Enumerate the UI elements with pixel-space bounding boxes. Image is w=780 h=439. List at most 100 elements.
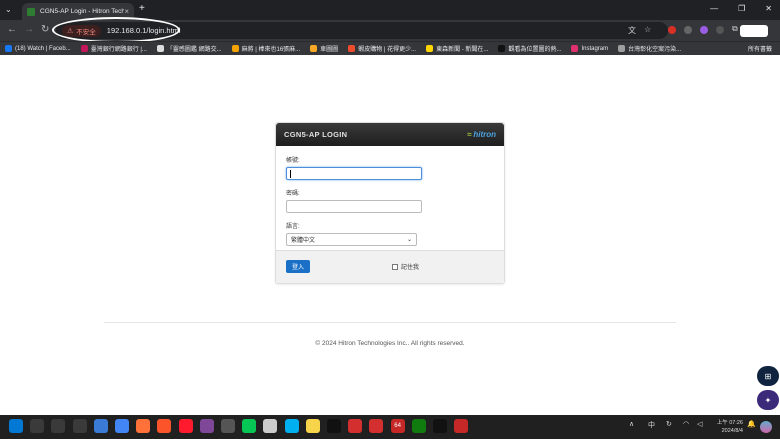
site-favicon-icon	[27, 7, 35, 16]
language-selected-value: 繁體中文	[291, 238, 316, 244]
extension-red-icon[interactable]	[668, 26, 676, 34]
extensions-puzzle-icon[interactable]: ⧉	[732, 24, 738, 34]
photos-icon[interactable]	[93, 419, 108, 433]
bookmark-label: 臺灣銀行網路銀行 |...	[90, 47, 147, 53]
extension-gray-icon[interactable]	[684, 26, 692, 34]
reload-icon[interactable]: ↻	[41, 24, 49, 35]
page-content: CGN5-AP LOGIN ≈ hitron 帳號: 密碼: 語言: 繁體中文 ⌄…	[0, 56, 780, 415]
capcut-icon[interactable]	[433, 419, 447, 433]
bookmark-label: 「靈感圖鑑 網路交...	[166, 47, 222, 53]
flag-icon[interactable]	[348, 419, 363, 433]
chrome-icon[interactable]	[115, 419, 129, 433]
bookmarks-bar: (18) Watch | Faceb... 臺灣銀行網路銀行 |... 「靈感圖鑑 …	[0, 41, 780, 55]
bookmark-label: Instagram	[581, 45, 609, 52]
language-select[interactable]: 繁體中文 ⌄	[286, 233, 417, 246]
bookmark-favicon-icon	[80, 45, 88, 52]
windows-taskbar: ∧ 中 ↻ ◠ ◁ 上午 07:26 2024/8/4 🔔 64	[0, 415, 780, 439]
bookmark-item[interactable]: 麻將 | 棒來也16張麻...	[231, 44, 301, 53]
login-button[interactable]: 登入	[286, 260, 310, 273]
extension-purple-icon[interactable]	[700, 26, 708, 34]
floating-assistant-button[interactable]: ✦	[757, 390, 779, 410]
firefox-icon[interactable]	[136, 419, 151, 433]
ime-indicator[interactable]: 中	[648, 420, 655, 430]
chevron-down-icon[interactable]: ⌄	[5, 5, 12, 14]
forward-arrow-icon[interactable]: →	[24, 24, 34, 35]
opera-icon[interactable]	[178, 419, 193, 433]
bookmark-favicon-icon	[231, 45, 239, 52]
copilot-icon[interactable]	[760, 421, 772, 433]
language-label: 語言:	[286, 224, 300, 230]
profile-avatar[interactable]	[740, 25, 768, 37]
new-tab-button[interactable]: +	[139, 3, 145, 14]
bookmark-item[interactable]: 臺灣銀行網路銀行 |...	[80, 44, 147, 53]
flash-icon[interactable]	[369, 419, 384, 433]
line-icon[interactable]	[242, 419, 257, 433]
bookmark-label: (18) Watch | Faceb...	[15, 45, 71, 52]
bookmark-star-icon[interactable]: ☆	[644, 25, 651, 36]
hitron-logo: ≈ hitron	[467, 130, 496, 139]
username-label: 帳號:	[286, 158, 300, 164]
extension-dark-icon[interactable]	[716, 26, 724, 34]
text-caret	[290, 170, 291, 178]
login-form: 帳號: 密碼: 語言: 繁體中文 ⌄	[276, 146, 504, 246]
bookmark-item[interactable]: (18) Watch | Faceb...	[5, 45, 71, 52]
bookmark-favicon-icon	[498, 45, 506, 52]
wifi-icon[interactable]: ◠	[683, 420, 689, 428]
calculator-icon[interactable]	[221, 419, 235, 433]
sticky-notes-icon[interactable]	[305, 419, 320, 433]
hitron-logo-text: hitron	[473, 130, 496, 139]
system-clock[interactable]: 上午 07:26 2024/8/4	[711, 419, 743, 435]
tab-title: CGN5-AP Login - Hitron Techn	[40, 8, 125, 15]
amd-icon[interactable]	[454, 419, 469, 433]
bookmark-label: 蝦皮購物 | 花得更少...	[358, 47, 417, 53]
bookmark-item[interactable]: Instagram	[571, 45, 608, 52]
notification-bell-icon[interactable]: 🔔	[747, 420, 756, 428]
password-input[interactable]	[286, 200, 422, 213]
widgets-icon[interactable]	[72, 419, 87, 433]
minimize-button[interactable]: —	[710, 4, 718, 13]
assistant-icon: ✦	[764, 395, 772, 405]
bookmark-label: 觀看為位置圖的熱...	[508, 47, 562, 53]
footer-divider	[104, 322, 676, 323]
bookmark-item[interactable]: 觀看為位置圖的熱...	[498, 44, 561, 53]
remember-me-label: 記住我	[401, 265, 420, 271]
tor-browser-icon[interactable]	[199, 419, 214, 433]
search-icon[interactable]	[30, 419, 45, 433]
task-view-icon[interactable]	[51, 419, 66, 433]
close-tab-icon[interactable]: ×	[124, 7, 129, 16]
bookmark-item[interactable]: 車圖圖	[310, 44, 338, 53]
chevron-down-icon: ⌄	[406, 237, 412, 243]
all-bookmarks-button[interactable]: 所有書籤	[748, 44, 772, 53]
brave-icon[interactable]	[157, 419, 172, 433]
login-card-header: CGN5-AP LOGIN ≈ hitron	[276, 123, 504, 146]
grid-tool-icon: ⊞	[764, 371, 772, 381]
maximize-button[interactable]: ❐	[738, 4, 745, 13]
chevron-up-icon[interactable]: ∧	[629, 420, 634, 428]
back-arrow-icon[interactable]: ←	[7, 24, 17, 35]
sync-icon[interactable]: ↻	[666, 420, 672, 428]
clock-date: 2024/8/4	[721, 428, 743, 434]
close-window-button[interactable]: ✕	[765, 4, 772, 13]
bookmark-item[interactable]: 台灣彰化空案污染...	[618, 44, 681, 53]
floating-tool-button[interactable]: ⊞	[757, 366, 779, 386]
remember-me-checkbox[interactable]	[392, 263, 398, 270]
skype-icon[interactable]	[284, 419, 299, 433]
bookmark-favicon-icon	[156, 45, 164, 52]
tiktok-icon[interactable]	[327, 419, 341, 433]
copyright-text: © 2024 Hitron Technologies Inc.. All rig…	[315, 340, 465, 347]
translate-icon[interactable]: 文	[628, 25, 636, 36]
username-input[interactable]	[286, 167, 422, 180]
bookmark-label: 台灣彰化空案污染...	[628, 47, 682, 53]
bookmark-item[interactable]: 蝦皮購物 | 花得更少...	[348, 44, 416, 53]
bookmark-label: 麻將 | 棒來也16張麻...	[241, 47, 301, 53]
nox-64-icon[interactable]: 64	[390, 419, 405, 433]
bookmark-item[interactable]: 「靈感圖鑑 網路交...	[156, 44, 222, 53]
bookmark-item[interactable]: 東森新聞 - 新聞在...	[426, 44, 488, 53]
remember-me[interactable]: 記住我	[392, 262, 419, 271]
calendar-icon[interactable]	[263, 419, 278, 433]
volume-icon[interactable]: ◁	[697, 420, 702, 428]
login-card-footer: 登入 記住我	[276, 250, 504, 283]
extension-icons: ⧉	[668, 24, 738, 34]
xbox-icon[interactable]	[411, 419, 426, 433]
windows-start-icon[interactable]	[9, 419, 23, 433]
